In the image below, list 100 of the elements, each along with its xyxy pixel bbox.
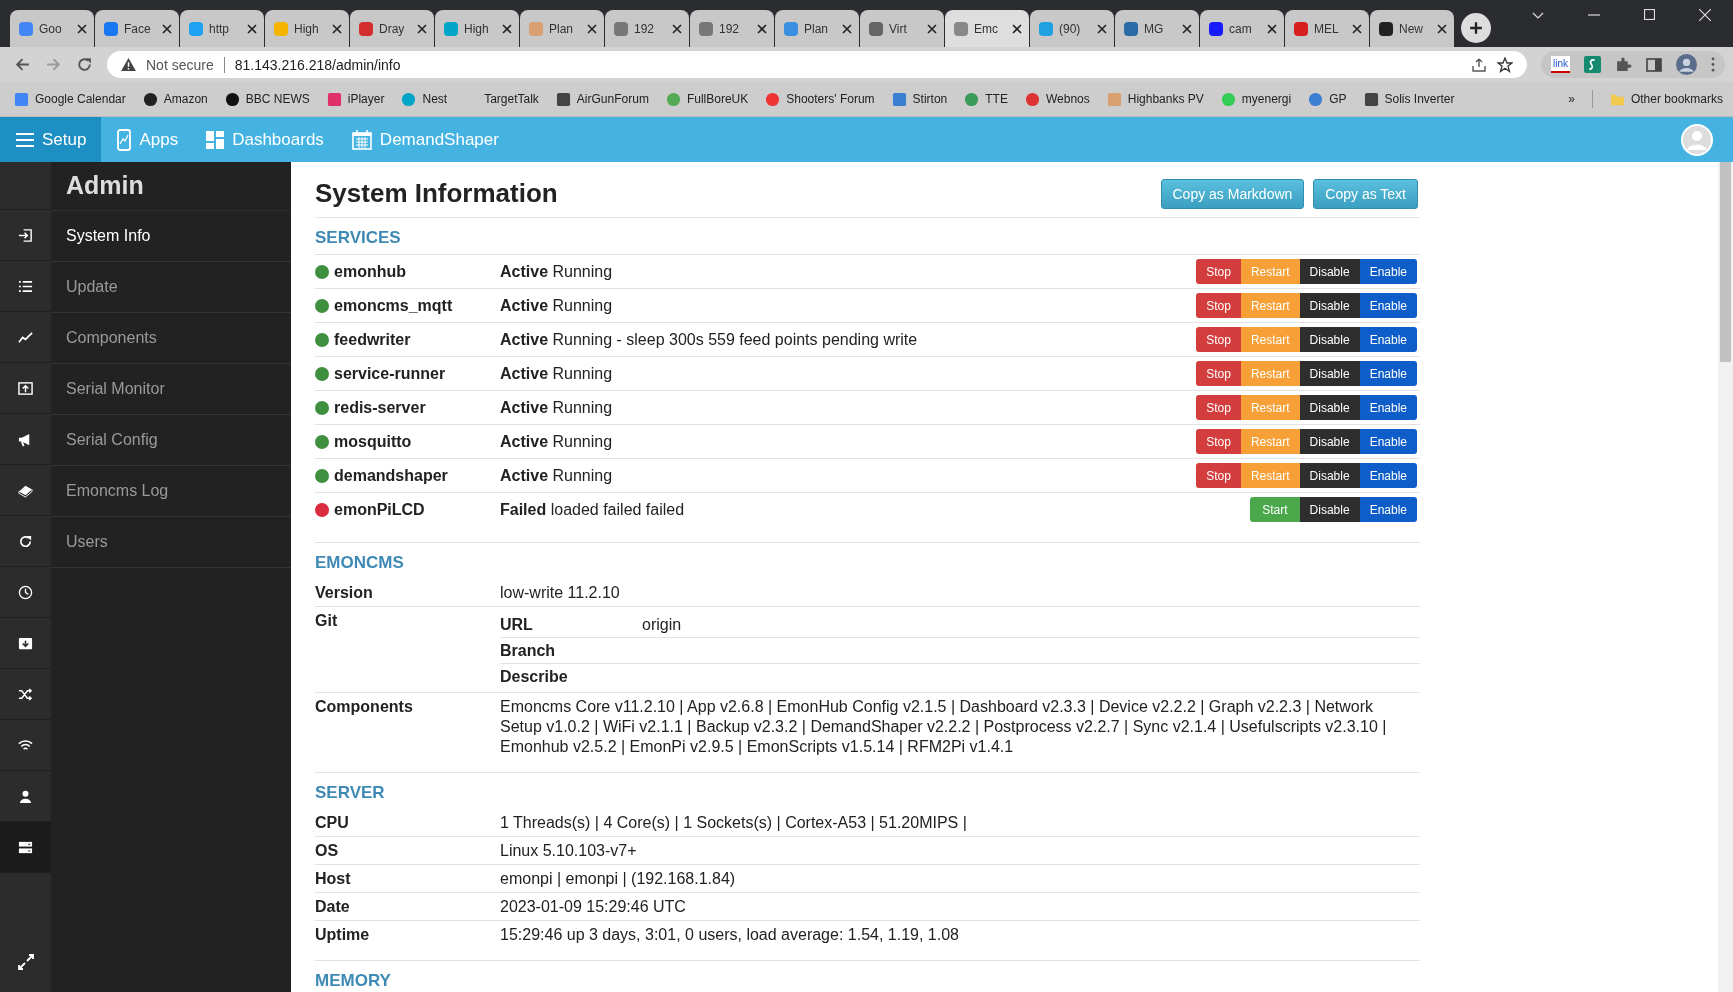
menu-icon[interactable]	[1711, 57, 1715, 72]
close-icon[interactable]	[502, 23, 512, 34]
service-action-button[interactable]: Disable	[1299, 293, 1360, 318]
bookmark[interactable]: BBC NEWS	[224, 91, 310, 107]
browser-tab[interactable]: Dray	[350, 10, 434, 47]
new-tab-button[interactable]	[1461, 13, 1491, 43]
close-icon[interactable]	[842, 23, 852, 34]
bookmark[interactable]: AirGunForum	[555, 91, 649, 107]
close-icon[interactable]	[672, 23, 682, 34]
clock-icon	[18, 584, 33, 600]
bookmark-icon	[1308, 91, 1324, 107]
service-action-button[interactable]: Stop	[1196, 429, 1241, 454]
bookmark[interactable]: Amazon	[142, 91, 208, 107]
address-bar[interactable]: Not secure 81.143.216.218/admin/info	[107, 51, 1527, 78]
close-icon[interactable]	[1437, 23, 1447, 34]
close-icon[interactable]	[417, 23, 427, 34]
service-name: emonPiLCD	[334, 500, 426, 519]
browser-tab[interactable]: http	[180, 10, 264, 47]
bookmark[interactable]: Stirton	[891, 91, 948, 107]
browser-tab[interactable]: 192	[690, 10, 774, 47]
scrollbar[interactable]	[1718, 162, 1733, 992]
maximize-icon[interactable]	[1644, 9, 1655, 20]
browser-tab[interactable]: Goo	[10, 10, 94, 47]
close-icon[interactable]	[1267, 23, 1277, 34]
bookmark[interactable]: Highbanks PV	[1106, 91, 1204, 107]
service-status: Active Running	[500, 262, 614, 281]
share-icon[interactable]	[1471, 56, 1487, 73]
rail-button[interactable]	[0, 822, 51, 873]
service-action-button[interactable]: Enable	[1359, 361, 1417, 386]
browser-tab[interactable]: MG	[1115, 10, 1199, 47]
service-action-button[interactable]: Enable	[1359, 497, 1417, 522]
bookmark[interactable]: FullBoreUK	[665, 91, 749, 107]
close-icon[interactable]	[247, 23, 257, 34]
service-action-button[interactable]: Stop	[1196, 463, 1241, 488]
service-action-button[interactable]: Disable	[1299, 395, 1360, 420]
close-icon[interactable]	[927, 23, 937, 34]
site-icon	[358, 20, 374, 37]
profile-avatar[interactable]	[1676, 54, 1697, 75]
bookmark[interactable]: TargetTalk	[464, 92, 539, 106]
service-action-button[interactable]: Enable	[1359, 463, 1417, 488]
close-icon[interactable]	[1097, 23, 1107, 34]
browser-tab[interactable]: MEL	[1285, 10, 1369, 47]
close-icon[interactable]	[332, 23, 342, 34]
extension-icon[interactable]	[1584, 56, 1601, 73]
service-action-button[interactable]: Enable	[1359, 327, 1417, 352]
service-action-button[interactable]: Disable	[1299, 259, 1360, 284]
side-panel-icon[interactable]	[1646, 56, 1662, 73]
bookmark[interactable]: Google Calendar	[14, 91, 126, 107]
service-action-button[interactable]: Stop	[1196, 395, 1241, 420]
browser-tab[interactable]: Plan	[520, 10, 604, 47]
reload-icon[interactable]	[76, 56, 93, 73]
bookmark[interactable]: Webnos	[1024, 91, 1090, 107]
browser-tab[interactable]: New	[1370, 10, 1454, 47]
service-action-button[interactable]: Disable	[1299, 327, 1360, 352]
service-action-button[interactable]: Enable	[1359, 293, 1417, 318]
star-icon[interactable]	[1497, 56, 1513, 73]
service-action-button[interactable]: Enable	[1359, 429, 1417, 454]
browser-tab[interactable]: cam	[1200, 10, 1284, 47]
browser-tab[interactable]: Face	[95, 10, 179, 47]
bookmark-icon	[1363, 91, 1379, 107]
bookmark[interactable]: iPlayer	[326, 91, 385, 107]
service-action-button[interactable]: Stop	[1196, 259, 1241, 284]
service-action-button[interactable]: Stop	[1196, 293, 1241, 318]
bookmark[interactable]: Solis Inverter	[1363, 91, 1455, 107]
minimize-icon[interactable]	[1588, 13, 1600, 16]
service-action-button[interactable]: Disable	[1299, 497, 1360, 522]
service-action-button[interactable]: Stop	[1196, 361, 1241, 386]
puzzle-icon[interactable]	[1615, 56, 1632, 73]
browser-tab[interactable]: 192	[605, 10, 689, 47]
browser-tab[interactable]: Virt	[860, 10, 944, 47]
bookmark[interactable]: myenergi	[1220, 91, 1292, 107]
browser-tab[interactable]: High	[435, 10, 519, 47]
close-icon[interactable]	[757, 23, 767, 34]
bookmark-folder[interactable]: Other bookmarks	[1609, 91, 1723, 107]
field-label: Branch	[500, 641, 557, 661]
close-icon[interactable]	[77, 23, 87, 34]
service-action-button[interactable]: Disable	[1299, 463, 1360, 488]
close-icon[interactable]	[1012, 23, 1022, 34]
bookmark[interactable]: GP	[1308, 91, 1347, 107]
bookmark[interactable]: Nest	[401, 91, 448, 107]
bookmark[interactable]: Shooters' Forum	[765, 91, 875, 107]
close-icon[interactable]	[1182, 23, 1192, 34]
close-icon[interactable]	[162, 23, 172, 34]
bookmark[interactable]: TTE	[964, 91, 1008, 107]
close-icon[interactable]	[587, 23, 597, 34]
field-value: low-write 11.2.10	[500, 583, 621, 603]
service-action-button[interactable]: Disable	[1299, 361, 1360, 386]
extension-icon[interactable]: link	[1551, 56, 1570, 73]
browser-tab[interactable]: High	[265, 10, 349, 47]
service-action-button[interactable]: Disable	[1299, 429, 1360, 454]
nav-item[interactable]: Setup	[0, 117, 102, 162]
browser-tab[interactable]: Plan	[775, 10, 859, 47]
browser-tab[interactable]: (90)	[1030, 10, 1114, 47]
service-action-button[interactable]: Stop	[1196, 327, 1241, 352]
back-arrow-icon[interactable]	[14, 56, 31, 73]
service-action-button[interactable]: Enable	[1359, 259, 1417, 284]
more-bookmarks-button[interactable]: »	[1568, 92, 1575, 106]
close-icon[interactable]	[1352, 23, 1362, 34]
browser-tab[interactable]: Emc	[945, 10, 1029, 47]
service-action-button[interactable]: Enable	[1359, 395, 1417, 420]
